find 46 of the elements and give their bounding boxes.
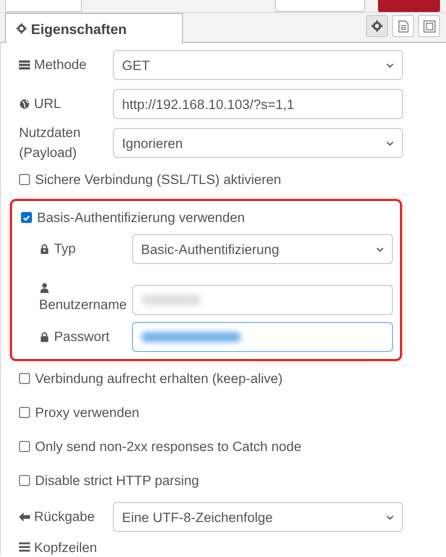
field-label: Benutzername <box>39 296 127 314</box>
checkbox-label: Disable strict HTTP parsing <box>35 473 200 488</box>
arrow-left-icon <box>19 512 30 522</box>
checkbox[interactable] <box>19 407 30 418</box>
lock-icon <box>39 244 50 254</box>
checkbox[interactable] <box>19 373 30 384</box>
document-button[interactable] <box>392 15 414 37</box>
list-icon <box>19 542 30 552</box>
field-label: Passwort <box>54 328 110 346</box>
select-field[interactable]: GET <box>113 50 403 80</box>
settings-icon <box>371 20 383 32</box>
caret-icon <box>386 62 394 68</box>
select-field[interactable]: Ignorieren <box>113 128 403 158</box>
checkbox[interactable] <box>21 212 32 223</box>
gear-icon <box>16 23 27 34</box>
password-field[interactable] <box>132 322 393 352</box>
select-field[interactable]: Eine UTF-8-Zeichenfolge <box>113 502 403 532</box>
document-icon <box>398 20 408 32</box>
section-label: Kopfzeilen <box>34 540 98 554</box>
frame-icon <box>422 20 436 32</box>
checkbox-label: Verbindung aufrecht erhalten (keep-alive) <box>35 371 283 386</box>
checkbox[interactable] <box>19 441 30 452</box>
caret-icon <box>386 514 394 520</box>
caret-icon <box>386 140 394 146</box>
checkbox-label: Sichere Verbindung (SSL/TLS) aktivieren <box>35 172 282 187</box>
input-field[interactable]: http://192.168.10.103/?s=1,1 <box>113 89 403 119</box>
tab[interactable]: Eigenschaften <box>5 13 183 43</box>
caret-icon <box>376 246 384 252</box>
checkbox-label: Proxy verwenden <box>35 405 140 420</box>
checkbox[interactable] <box>19 475 30 486</box>
checkbox-label: Only send non-2xx responses to Catch node <box>35 439 302 454</box>
settings-button[interactable] <box>366 15 388 37</box>
list-icon <box>19 60 30 70</box>
lock-icon <box>39 332 50 342</box>
select-field[interactable]: Basic-Authentifizierung <box>132 234 393 264</box>
checkbox[interactable] <box>19 174 30 185</box>
field-label: Typ <box>54 240 76 258</box>
field-label: Rückgabe <box>34 508 95 526</box>
user-icon <box>39 283 50 294</box>
globe-icon <box>19 99 30 109</box>
field-label: Nutzdaten (Payload) <box>19 124 82 162</box>
username-field[interactable] <box>132 285 393 315</box>
field-label: Methode <box>34 56 87 74</box>
field-label: URL <box>34 95 62 114</box>
frame-button[interactable] <box>418 15 440 37</box>
checkbox-label: Basis-Authentifizierung verwenden <box>37 210 245 225</box>
